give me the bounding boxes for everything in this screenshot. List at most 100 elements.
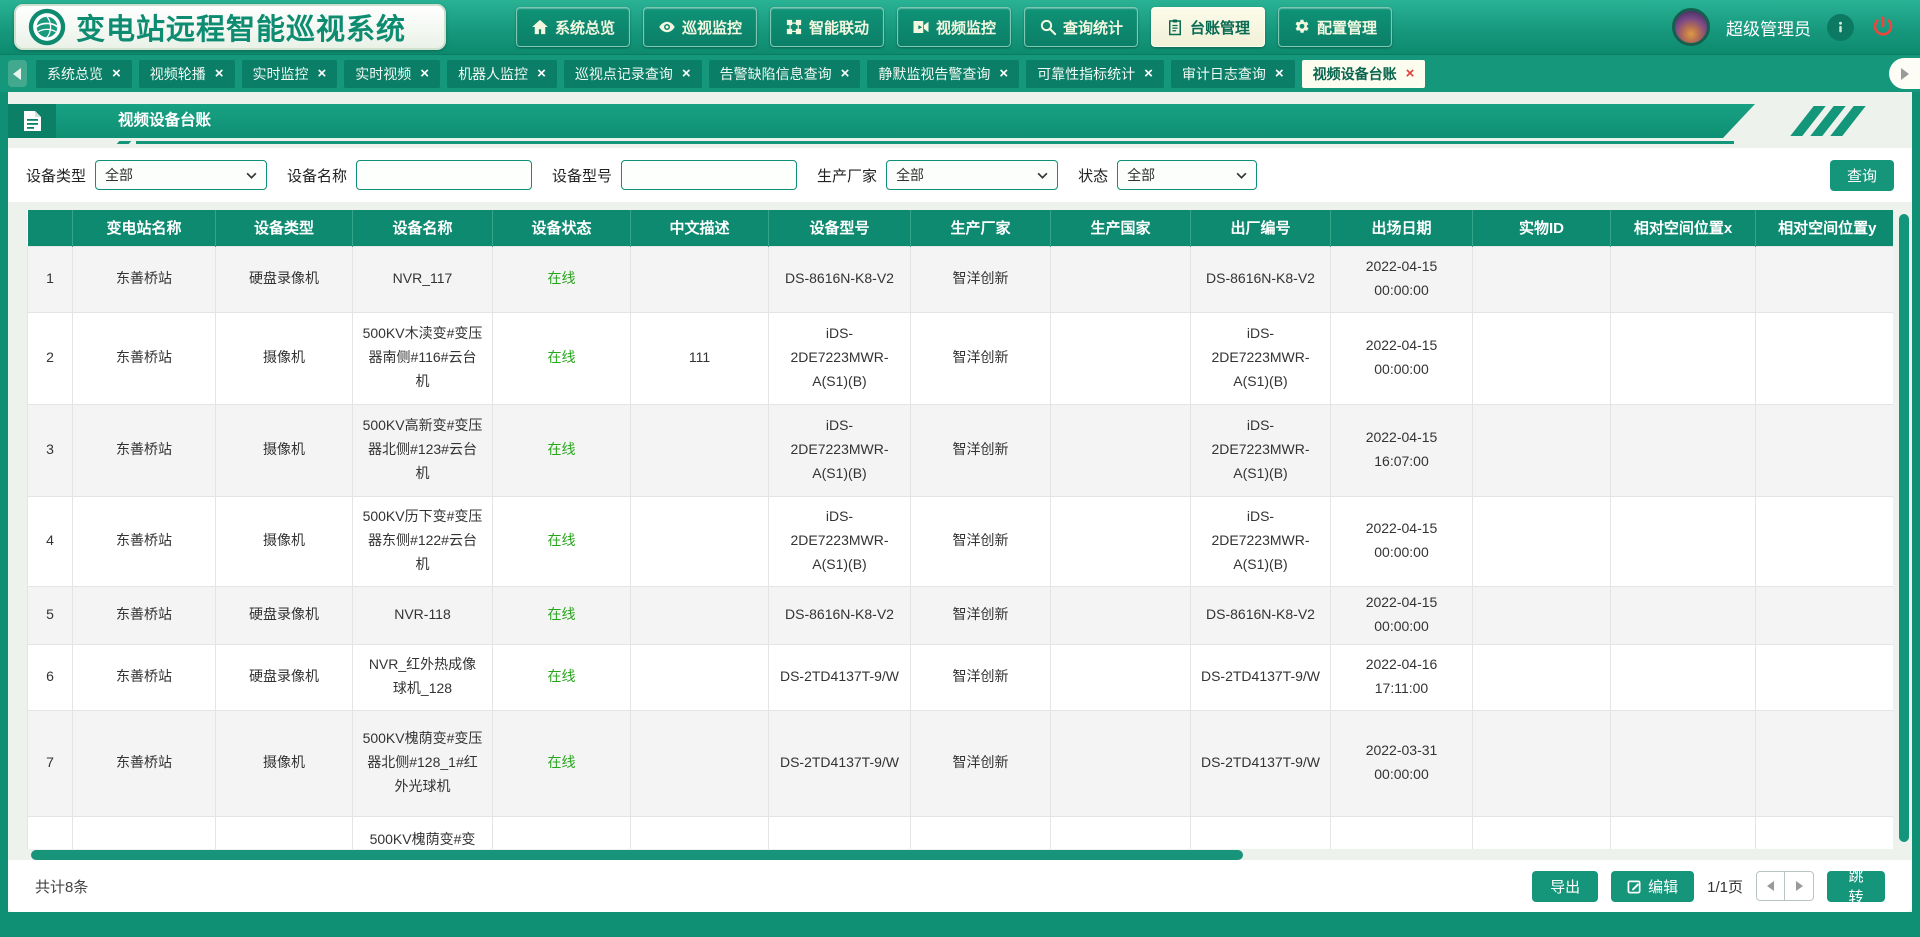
tab-close-icon[interactable]: × (537, 66, 546, 81)
device-type-value: 全部 (105, 165, 133, 185)
tab[interactable]: 系统总览× (36, 60, 132, 88)
search-button[interactable]: 查询 (1830, 160, 1894, 191)
table-row[interactable]: 2东善桥站摄像机500KV木渎变#变压器南侧#116#云台机在线111iDS-2… (28, 312, 1894, 404)
table-cell: 500KV木渎变#变压器南侧#116#云台机 (353, 312, 493, 404)
tab-close-icon[interactable]: × (318, 66, 327, 81)
device-type-label: 设备类型 (26, 165, 86, 186)
table-row[interactable]: 1东善桥站硬盘录像机NVR_117在线DS-8616N-K8-V2智洋创新DS-… (28, 246, 1894, 312)
tab-close-icon[interactable]: × (1144, 66, 1153, 81)
column-header: 中文描述 (631, 210, 769, 246)
table-cell (1611, 404, 1756, 496)
tab-close-icon[interactable]: × (215, 66, 224, 81)
tabs-scroll-left-icon[interactable] (8, 60, 27, 87)
tab-close-icon[interactable]: × (112, 66, 121, 81)
tab-close-icon[interactable]: × (420, 66, 429, 81)
column-header: 设备状态 (493, 210, 631, 246)
table-cell: DS-2TD4137T-9/W (1191, 644, 1331, 710)
avatar[interactable] (1672, 8, 1710, 46)
table-row[interactable]: 6东善桥站硬盘录像机NVR_红外热成像球机_128在线DS-2TD4137T-9… (28, 644, 1894, 710)
tab-close-icon[interactable]: × (1406, 66, 1415, 81)
edit-button[interactable]: 编辑 (1611, 871, 1694, 902)
tab[interactable]: 实时监控× (242, 60, 338, 88)
table-row[interactable]: 500KV槐荫变#变 (28, 816, 1894, 849)
tab[interactable]: 审计日志查询× (1171, 60, 1295, 88)
nav-button[interactable]: 视频监控 (897, 7, 1011, 47)
state-grid-emblem-icon (28, 8, 66, 46)
total-count: 共计8条 (35, 876, 88, 897)
nav-button[interactable]: 台账管理 (1151, 7, 1265, 47)
table-cell: 东善桥站 (73, 496, 216, 586)
table-row[interactable]: 7东善桥站摄像机500KV槐荫变#变压器北侧#128_1#红外光球机在线DS-2… (28, 710, 1894, 816)
user-name: 超级管理员 (1726, 15, 1811, 40)
table-cell: 摄像机 (216, 404, 353, 496)
jump-button[interactable]: 跳转 (1827, 871, 1885, 902)
tab[interactable]: 实时视频 × (344, 60, 440, 88)
table-cell: 2022-04-15 00:00:00 (1331, 496, 1473, 586)
table-cell (1756, 710, 1894, 816)
nav-button-label: 查询统计 (1063, 17, 1123, 38)
video-icon (912, 18, 930, 36)
tab[interactable]: 机器人监控× (447, 60, 557, 88)
tabs-scroll-right-icon[interactable] (1889, 58, 1920, 89)
user-area: 超级管理员 (1672, 8, 1906, 46)
nav-button[interactable]: 智能联动 (770, 7, 884, 47)
prev-page-icon[interactable] (1757, 872, 1785, 900)
nav-button[interactable]: 配置管理 (1278, 7, 1392, 47)
tab-label: 实时视频 (355, 64, 411, 84)
search-icon (1039, 18, 1057, 36)
next-page-icon[interactable] (1785, 872, 1813, 900)
table-cell (631, 496, 769, 586)
tab-label: 视频轮播 (150, 64, 206, 84)
status-label: 状态 (1078, 165, 1108, 186)
table-cell: 7 (28, 710, 73, 816)
nav-button[interactable]: 系统总览 (516, 7, 630, 47)
table-cell (1191, 816, 1331, 849)
title-deco-stripes (1802, 106, 1854, 136)
table-cell: 6 (28, 644, 73, 710)
horizontal-scrollbar-thumb[interactable] (31, 850, 1243, 860)
nav-button[interactable]: 巡视监控 (643, 7, 757, 47)
gear-icon (1293, 18, 1311, 36)
column-header: 变电站名称 (73, 210, 216, 246)
tab-close-icon[interactable]: × (682, 66, 691, 81)
table-cell (216, 816, 353, 849)
nav-button[interactable]: 查询统计 (1024, 7, 1138, 47)
table-row[interactable]: 4东善桥站摄像机500KV历下变#变压器东侧#122#云台机在线iDS-2DE7… (28, 496, 1894, 586)
manufacturer-select[interactable]: 全部 (886, 160, 1058, 190)
vertical-scrollbar-thumb[interactable] (1899, 214, 1909, 842)
tab[interactable]: 视频轮播 × (139, 60, 235, 88)
status-select[interactable]: 全部 (1117, 160, 1257, 190)
export-button[interactable]: 导出 (1532, 871, 1598, 902)
table-cell (1756, 496, 1894, 586)
tab[interactable]: 巡视点记录查询× (564, 60, 702, 88)
table-cell (631, 586, 769, 644)
table-cell (1331, 816, 1473, 849)
table-cell: 摄像机 (216, 496, 353, 586)
table-cell (631, 644, 769, 710)
tab-label: 告警缺陷信息查询 (720, 64, 832, 84)
info-icon[interactable] (1827, 14, 1854, 41)
tab[interactable]: 告警缺陷信息查询 × (709, 60, 861, 88)
column-header: 实物ID (1473, 210, 1611, 246)
table-cell (1473, 710, 1611, 816)
device-model-input[interactable] (621, 160, 797, 190)
tab-close-icon[interactable]: × (1275, 66, 1284, 81)
power-logout-icon[interactable] (1870, 14, 1896, 40)
tab[interactable]: 静默监视告警查询× (867, 60, 1019, 88)
status-cell: 在线 (493, 586, 631, 644)
tab-close-icon[interactable]: × (999, 66, 1008, 81)
device-name-input[interactable] (356, 160, 532, 190)
column-header: 生产国家 (1051, 210, 1191, 246)
table-cell: 智洋创新 (911, 246, 1051, 312)
table-cell (1756, 312, 1894, 404)
device-type-select[interactable]: 全部 (95, 160, 267, 190)
tab[interactable]: 可靠性指标统计× (1026, 60, 1164, 88)
table-cell: 2022-03-31 00:00:00 (1331, 710, 1473, 816)
table-cell (1611, 644, 1756, 710)
table-row[interactable]: 3东善桥站摄像机500KV高新变#变压器北侧#123#云台机在线iDS-2DE7… (28, 404, 1894, 496)
table-cell (1611, 816, 1756, 849)
table-cell: DS-8616N-K8-V2 (1191, 246, 1331, 312)
tab[interactable]: 视频设备台账× (1302, 60, 1426, 88)
table-row[interactable]: 5东善桥站硬盘录像机NVR-118在线DS-8616N-K8-V2智洋创新DS-… (28, 586, 1894, 644)
tab-close-icon[interactable]: × (841, 66, 850, 81)
